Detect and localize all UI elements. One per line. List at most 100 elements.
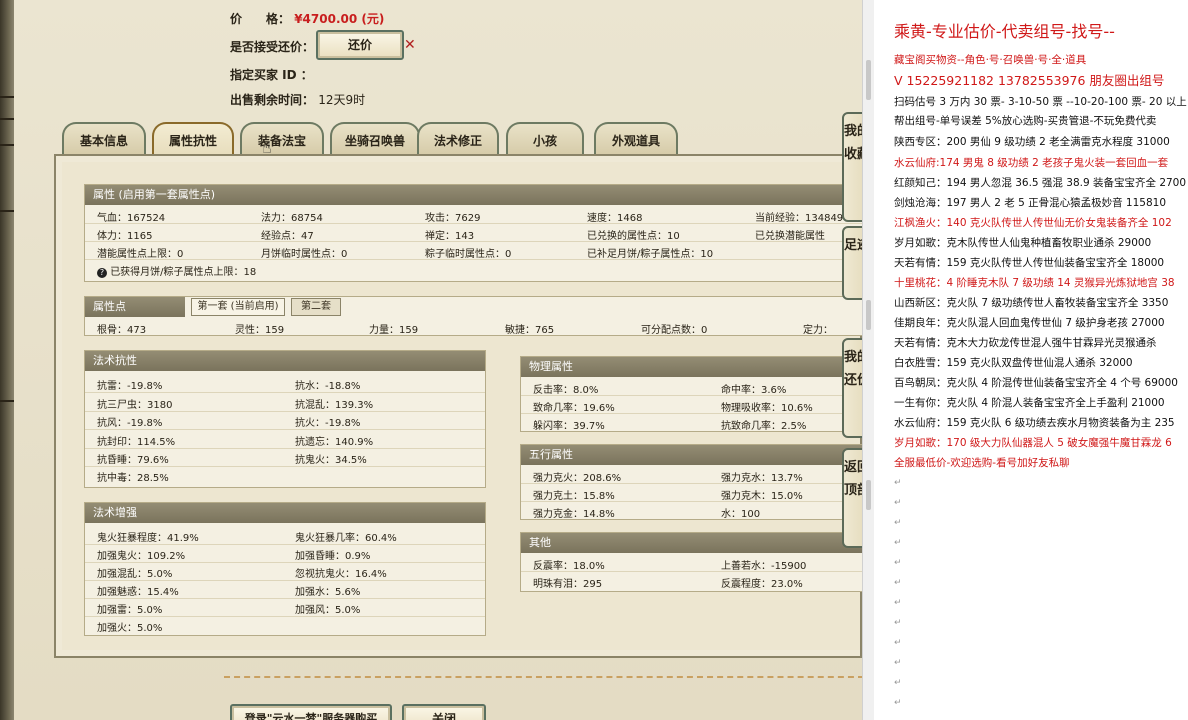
- buyer-id-label: 指定买家 ID ：: [230, 68, 313, 82]
- paragraph-mark: ↵: [894, 578, 902, 588]
- enhance-cell: 加强水：5.6%: [295, 587, 361, 598]
- points-cell: 可分配点数：0: [641, 325, 708, 336]
- attr-cell: 经验点：47: [261, 231, 314, 242]
- tab-children[interactable]: 小孩: [506, 122, 584, 155]
- remaining-time-value: 12天9时: [318, 93, 366, 107]
- remaining-time-label: 出售剩余时间：: [230, 93, 315, 107]
- other-header: 其他: [521, 533, 862, 553]
- tab-spell-mods[interactable]: 法术修正: [417, 122, 499, 155]
- help-icon[interactable]: ?: [97, 268, 107, 278]
- enhance-cell: 加强混乱：5.0%: [97, 569, 173, 580]
- price-label: 价 格：: [230, 12, 291, 26]
- doc-line: 天若有情：159 克火队传世人传世仙装备宝宝齐全 18000: [894, 257, 1165, 269]
- subtab-second-set[interactable]: 第二套: [291, 298, 341, 316]
- doc-line: 红颜知己：194 男人忽混 36.5 强混 38.9 装备宝宝齐全 2700: [894, 177, 1187, 189]
- my-favorites-button[interactable]: 我的收藏: [842, 112, 862, 222]
- physical-cell: 反击率：8.0%: [533, 385, 599, 396]
- close-button[interactable]: 关闭: [402, 704, 486, 720]
- my-counter-offers-button[interactable]: 我的还价: [842, 338, 862, 438]
- element-cell: 水：100: [721, 509, 761, 520]
- physical-header: 物理属性: [521, 357, 862, 377]
- subtab-first-set[interactable]: 第一套 (当前启用): [191, 298, 285, 316]
- points-cell: 灵性：159: [235, 325, 285, 336]
- other-cell: 反震程度：23.0%: [721, 579, 803, 590]
- enhance-cell: 加强雷：5.0%: [97, 605, 163, 616]
- counter-offer-button[interactable]: 还价 ✕: [316, 30, 416, 60]
- spell-enhance-panel: 法术增强 鬼火狂暴程度：41.9% 鬼火狂暴几率：60.4% 加强鬼火：109.…: [84, 502, 486, 636]
- doc-line: 白衣胜雪：159 克火队双盘传世仙混人通杀 32000: [894, 357, 1133, 369]
- doc-line: 岁月如歌：170 级大力队仙器混人 5 破女魔强牛魔甘霖龙 6: [894, 437, 1172, 449]
- tab-equipment[interactable]: 装备法宝: [240, 122, 324, 155]
- doc-line: 陕西专区：200 男仙 9 级功绩 2 老全满雷克水程度 31000: [894, 136, 1170, 148]
- vertical-scrollbar[interactable]: [862, 0, 874, 720]
- paragraph-mark: ↵: [894, 658, 902, 668]
- dashed-divider: [224, 676, 862, 678]
- enhance-cell: 鬼火狂暴程度：41.9%: [97, 533, 199, 544]
- login-server-buy-button[interactable]: 登录"云水一梦"服务器购买: [230, 704, 392, 720]
- doc-line: 水云仙府：159 克火队 6 级功绩去疾水月物资装备为主 235: [894, 417, 1175, 429]
- attr-cell: 法力：68754: [261, 213, 323, 224]
- physical-cell: 命中率：3.6%: [721, 385, 787, 396]
- element-cell: 强力克金：14.8%: [533, 509, 615, 520]
- game-trade-panel: 价 格： ¥4700.00 (元) 是否接受还价： 还价 ✕ 指定买家 ID ：…: [14, 0, 862, 720]
- footnote-text: 已获得月饼/粽子属性点上限：18: [110, 267, 257, 278]
- tab-attributes[interactable]: 属性抗性: [152, 122, 234, 155]
- doc-title: 乘黄-专业估价-代卖组号-找号--: [894, 22, 1115, 41]
- price-value: ¥4700.00 (元): [294, 12, 385, 26]
- element-cell: 强力克水：13.7%: [721, 473, 803, 484]
- doc-line: 十里桃花：4 阶睡克木队 7 级功绩 14 灵猴异光炼狱地宫 38: [894, 277, 1175, 289]
- document-panel: 乘黄-专业估价-代卖组号-找号-- 藏宝阁买物资--角色·号·召唤兽·号·全·道…: [876, 0, 1188, 720]
- footprints-button[interactable]: 足迹: [842, 226, 862, 300]
- doc-line: 扫码估号 3 万内 30 票- 3-10-50 票 --10-20-100 票-…: [894, 96, 1188, 108]
- attr-cell: 潜能属性点上限：0: [97, 249, 184, 260]
- doc-line: V 15225921182 13782553976 朋友圈出组号: [894, 73, 1165, 88]
- attr-cell: 速度：1468: [587, 213, 643, 224]
- element-cell: 强力克土：15.8%: [533, 491, 615, 502]
- spell-enhance-header: 法术增强: [85, 503, 485, 523]
- five-elements-panel: 五行属性 强力克火：208.6% 强力克水：13.7% 强力克土：15.8% 强…: [520, 444, 862, 520]
- paragraph-mark: ↵: [894, 498, 902, 508]
- enhance-cell: 加强鬼火：109.2%: [97, 551, 186, 562]
- doc-line: 天若有情：克木大力砍龙传世混人强牛甘霖异光灵猴通杀: [894, 337, 1157, 349]
- paragraph-mark: ↵: [894, 478, 902, 488]
- points-cell: 力量：159: [369, 325, 419, 336]
- enhance-cell: 鬼火狂暴几率：60.4%: [295, 533, 397, 544]
- tab-mounts-pets[interactable]: 坐骑召唤兽: [330, 122, 420, 155]
- resist-cell: 抗三尸虫：3180: [97, 400, 173, 411]
- resist-cell: 抗水：-18.8%: [295, 381, 361, 392]
- doc-line: 百鸟朝凤：克火队 4 阶混传世仙装备宝宝齐全 4 个号 69000: [894, 377, 1178, 389]
- other-cell: 上善若水：-15900: [721, 561, 807, 572]
- resist-cell: 抗火：-19.8%: [295, 418, 361, 429]
- other-cell: 反震率：18.0%: [533, 561, 605, 572]
- enhance-cell: 加强昏睡：0.9%: [295, 551, 371, 562]
- attr-cell: 禅定：143: [425, 231, 475, 242]
- paragraph-mark: ↵: [894, 638, 902, 648]
- accept-counter-label: 是否接受还价：: [230, 40, 315, 54]
- back-to-top-button[interactable]: 返回顶部: [842, 448, 862, 548]
- points-panel: 属性点 第一套 (当前启用) 第二套 根骨：473 灵性：159 力量：159 …: [84, 296, 862, 336]
- close-label: 关闭: [431, 712, 456, 720]
- tab-appearance[interactable]: 外观道具: [594, 122, 678, 155]
- resist-cell: 抗中毒：28.5%: [97, 473, 169, 484]
- doc-line: 佳期良年：克火队混人回血鬼传世仙 7 级护身老孩 27000: [894, 317, 1165, 329]
- resist-cell: 抗风：-19.8%: [97, 418, 163, 429]
- points-cell: 根骨：473: [97, 325, 147, 336]
- counter-offer-label: 还价: [347, 38, 372, 52]
- points-panel-header: 属性点: [85, 297, 185, 317]
- attribute-panel-header: 属性 (启用第一套属性点): [85, 185, 862, 205]
- enhance-cell: 加强风：5.0%: [295, 605, 361, 616]
- physical-cell: 致命几率：19.6%: [533, 403, 615, 414]
- element-cell: 强力克木：15.0%: [721, 491, 803, 502]
- spell-resist-panel: 法术抗性 抗雷：-19.8% 抗水：-18.8% 抗三尸虫：3180 抗混乱：1…: [84, 350, 486, 488]
- doc-line: 一生有你：克火队 4 阶混人装备宝宝齐全上手盈利 21000: [894, 397, 1165, 409]
- attribute-panel: 属性 (启用第一套属性点) 气血：167524 法力：68754 攻击：7629…: [84, 184, 862, 282]
- attr-cell: 已兑换潜能属性: [755, 231, 825, 242]
- tab-basic-info[interactable]: 基本信息: [62, 122, 146, 155]
- attr-cell: 体力：1165: [97, 231, 153, 242]
- resist-cell: 抗遗忘：140.9%: [295, 437, 374, 448]
- attr-cell: 攻击：7629: [425, 213, 481, 224]
- physical-panel: 物理属性 反击率：8.0% 命中率：3.6% 致命几率：19.6% 物理吸收率：…: [520, 356, 862, 432]
- price-row: 价 格： ¥4700.00 (元): [230, 10, 384, 27]
- screen: 价 格： ¥4700.00 (元) 是否接受还价： 还价 ✕ 指定买家 ID ：…: [0, 0, 1188, 720]
- doc-line: 全服最低价-欢迎选购-看号加好友私聊: [894, 457, 1070, 469]
